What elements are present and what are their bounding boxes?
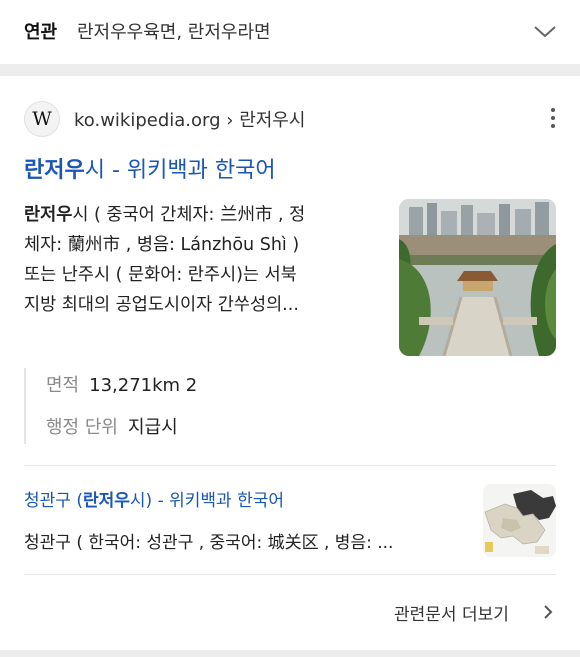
snippet-line: 지방 최대의 공업도시이자 간쑤성의... <box>24 295 299 315</box>
chevron-down-icon[interactable] <box>532 20 558 42</box>
snippet-line: 란저우시 ( 중국어 간체자: 兰州市 , 정 <box>24 205 306 225</box>
related-search-terms[interactable]: 란저우우육면, 란저우라면 <box>77 18 271 44</box>
divider <box>24 574 556 575</box>
snippet-line: 또는 난주시 ( 문화어: 란주시)는 서북 <box>24 265 297 285</box>
result-snippet: 란저우시 ( 중국어 간체자: 兰州市 , 정 체자: 蘭州市 , 병음: Lá… <box>24 200 376 320</box>
chevron-right-icon[interactable] <box>541 602 555 622</box>
sub-title-highlight: 란저우 <box>82 491 130 511</box>
result-source-url[interactable]: ko.wikipedia.org › 란저우시 <box>74 106 305 132</box>
more-related-docs-link[interactable]: 관련문서 더보기 <box>394 600 509 625</box>
related-searches-bar[interactable]: 연관 란저우우육면, 란저우라면 <box>0 0 580 64</box>
fact-value: 13,271km 2 <box>89 375 198 396</box>
fact-key: 면적 <box>46 375 80 396</box>
snippet-highlight: 란저우 <box>24 205 73 225</box>
related-label: 연관 <box>24 22 58 43</box>
fact-box: 면적 13,271km 2 행정 단위 지급시 <box>24 368 364 444</box>
title-highlight: 란저우 <box>24 158 85 183</box>
wikipedia-logo: W <box>24 101 60 137</box>
search-result-card: W ko.wikipedia.org › 란저우시 란저우시 - 위키백과 한국… <box>0 76 580 650</box>
map-thumbnail[interactable] <box>483 484 556 557</box>
snippet-line: 체자: 蘭州市 , 병음: Lánzhōu Shì ) <box>24 235 300 255</box>
lanzhou-photo-thumbnail[interactable] <box>399 199 556 356</box>
fact-row-admin-unit: 행정 단위 지급시 <box>46 413 178 439</box>
title-rest: 시 - 위키백과 한국어 <box>84 158 276 183</box>
sub-result-title-link[interactable]: 청관구 (란저우시) - 위키백과 한국어 <box>24 486 284 511</box>
fact-row-area: 면적 13,271km 2 <box>46 371 197 397</box>
fact-key: 행정 단위 <box>46 417 118 438</box>
fact-value: 지급시 <box>127 417 178 438</box>
sub-result-snippet: 청관구 ( 한국어: 성관구 , 중국어: 城关区 , 병음: ... <box>24 533 394 553</box>
divider <box>24 465 556 466</box>
more-options-icon[interactable] <box>543 104 563 132</box>
result-title-link[interactable]: 란저우시 - 위키백과 한국어 <box>24 152 276 184</box>
